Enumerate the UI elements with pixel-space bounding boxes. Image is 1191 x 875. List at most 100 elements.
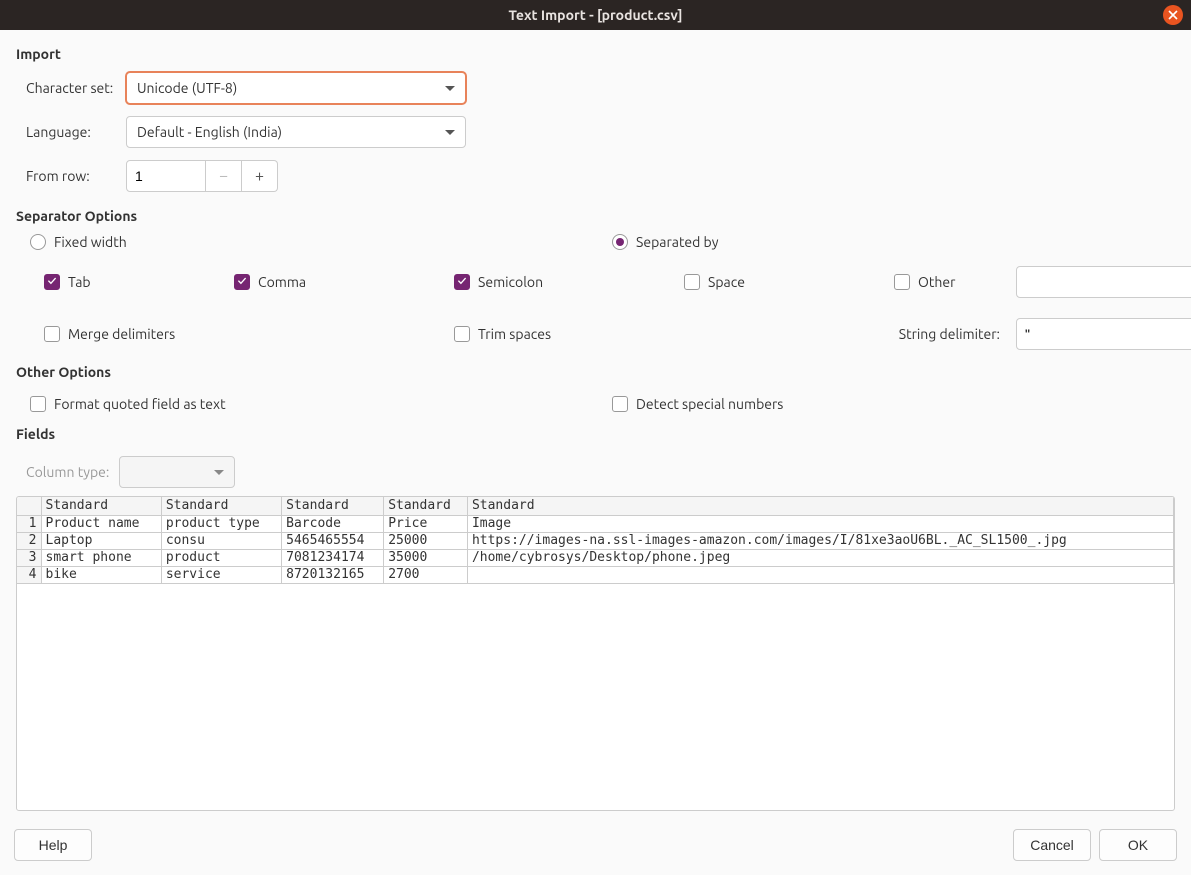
- table-cell[interactable]: Price: [384, 515, 468, 532]
- table-cell[interactable]: bike: [41, 566, 161, 583]
- fromrow-decrement[interactable]: −: [206, 160, 242, 192]
- section-other-title: Other Options: [16, 364, 1175, 380]
- row-number-cell[interactable]: 1: [17, 515, 41, 532]
- fromrow-input[interactable]: [126, 160, 206, 192]
- check-comma[interactable]: Comma: [234, 274, 454, 290]
- language-label: Language:: [26, 124, 126, 140]
- radio-fixed-width[interactable]: Fixed width: [30, 234, 612, 250]
- language-dropdown[interactable]: Default - English (India): [126, 116, 466, 148]
- fromrow-increment[interactable]: +: [242, 160, 278, 192]
- trim-label: Trim spaces: [478, 326, 551, 342]
- check-trim-spaces[interactable]: Trim spaces: [454, 326, 684, 342]
- row-number-cell[interactable]: 3: [17, 549, 41, 566]
- check-merge-delimiters[interactable]: Merge delimiters: [44, 326, 234, 342]
- close-button[interactable]: [1163, 5, 1183, 25]
- separated-by-label: Separated by: [636, 234, 718, 250]
- check-semicolon[interactable]: Semicolon: [454, 274, 684, 290]
- table-cell[interactable]: consu: [161, 532, 281, 549]
- table-cell[interactable]: 5465465554: [282, 532, 384, 549]
- column-type-label: Column type:: [26, 464, 109, 480]
- table-row: 4bikeservice87201321652700: [17, 566, 1174, 583]
- preview-table[interactable]: StandardStandardStandardStandardStandard…: [16, 496, 1175, 811]
- close-icon: [1168, 10, 1178, 20]
- radio-icon: [30, 234, 46, 250]
- check-space[interactable]: Space: [684, 274, 894, 290]
- table-row: 2Laptopconsu546546555425000https://image…: [17, 532, 1174, 549]
- string-delimiter-label: String delimiter:: [899, 326, 1000, 342]
- column-header[interactable]: Standard: [41, 497, 161, 515]
- checkbox-icon: [612, 396, 628, 412]
- checkbox-icon: [454, 274, 470, 290]
- radio-separated-by[interactable]: Separated by: [612, 234, 1175, 250]
- fixed-width-label: Fixed width: [54, 234, 127, 250]
- table-cell[interactable]: Image: [467, 515, 1173, 532]
- table-cell[interactable]: service: [161, 566, 281, 583]
- checkbox-icon: [44, 274, 60, 290]
- fromrow-spinner[interactable]: − +: [126, 160, 278, 192]
- chevron-down-icon: [445, 130, 455, 135]
- tab-label: Tab: [68, 274, 91, 290]
- column-header[interactable]: Standard: [467, 497, 1173, 515]
- column-type-dropdown[interactable]: [119, 456, 235, 488]
- table-cell[interactable]: 2700: [384, 566, 468, 583]
- comma-label: Comma: [258, 274, 306, 290]
- chevron-down-icon: [445, 86, 455, 91]
- section-import-title: Import: [16, 46, 1175, 62]
- column-header[interactable]: Standard: [161, 497, 281, 515]
- language-value: Default - English (India): [137, 124, 282, 140]
- space-label: Space: [708, 274, 745, 290]
- other-delimiter-input[interactable]: [1016, 266, 1191, 298]
- merge-label: Merge delimiters: [68, 326, 175, 342]
- dialog-footer: Help Cancel OK: [0, 819, 1191, 875]
- checkbox-icon: [234, 274, 250, 290]
- table-cell[interactable]: Barcode: [282, 515, 384, 532]
- table-cell[interactable]: smart phone: [41, 549, 161, 566]
- semicolon-label: Semicolon: [478, 274, 543, 290]
- checkbox-icon: [684, 274, 700, 290]
- table-cell[interactable]: 35000: [384, 549, 468, 566]
- table-cell[interactable]: product type: [161, 515, 281, 532]
- section-separator-title: Separator Options: [16, 208, 1175, 224]
- format-quoted-label: Format quoted field as text: [54, 396, 226, 412]
- checkbox-icon: [30, 396, 46, 412]
- window-title: Text Import - [product.csv]: [508, 7, 682, 23]
- row-number-cell[interactable]: 2: [17, 532, 41, 549]
- table-cell[interactable]: product: [161, 549, 281, 566]
- table-row: 3smart phoneproduct708123417435000/home/…: [17, 549, 1174, 566]
- table-cell[interactable]: [467, 566, 1173, 583]
- checkbox-icon: [894, 274, 910, 290]
- checkbox-icon: [44, 326, 60, 342]
- cancel-button[interactable]: Cancel: [1013, 829, 1091, 861]
- table-cell[interactable]: 25000: [384, 532, 468, 549]
- section-fields-title: Fields: [16, 426, 1175, 442]
- radio-icon: [612, 234, 628, 250]
- charset-value: Unicode (UTF-8): [137, 80, 237, 96]
- string-delimiter-combo[interactable]: [1016, 318, 1191, 350]
- chevron-down-icon: [214, 470, 224, 475]
- check-tab[interactable]: Tab: [44, 274, 234, 290]
- ok-button[interactable]: OK: [1099, 829, 1177, 861]
- table-cell[interactable]: /home/cybrosys/Desktop/phone.jpeg: [467, 549, 1173, 566]
- table-cell[interactable]: 8720132165: [282, 566, 384, 583]
- checkbox-icon: [454, 326, 470, 342]
- table-cell[interactable]: Product name: [41, 515, 161, 532]
- table-cell[interactable]: 7081234174: [282, 549, 384, 566]
- check-format-quoted[interactable]: Format quoted field as text: [30, 396, 612, 412]
- table-cell[interactable]: https://images-na.ssl-images-amazon.com/…: [467, 532, 1173, 549]
- table-row: 1Product nameproduct typeBarcodePriceIma…: [17, 515, 1174, 532]
- column-header[interactable]: Standard: [282, 497, 384, 515]
- row-number-cell[interactable]: 4: [17, 566, 41, 583]
- titlebar: Text Import - [product.csv]: [0, 0, 1191, 30]
- help-button[interactable]: Help: [14, 829, 92, 861]
- detect-special-label: Detect special numbers: [636, 396, 783, 412]
- row-number-header[interactable]: [17, 497, 41, 515]
- charset-dropdown[interactable]: Unicode (UTF-8): [126, 72, 466, 104]
- check-other[interactable]: Other: [894, 274, 1004, 290]
- other-label: Other: [918, 274, 955, 290]
- fromrow-label: From row:: [26, 168, 126, 184]
- column-header[interactable]: Standard: [384, 497, 468, 515]
- charset-label: Character set:: [26, 80, 126, 96]
- table-cell[interactable]: Laptop: [41, 532, 161, 549]
- string-delimiter-input[interactable]: [1016, 318, 1191, 350]
- check-detect-special[interactable]: Detect special numbers: [612, 396, 1175, 412]
